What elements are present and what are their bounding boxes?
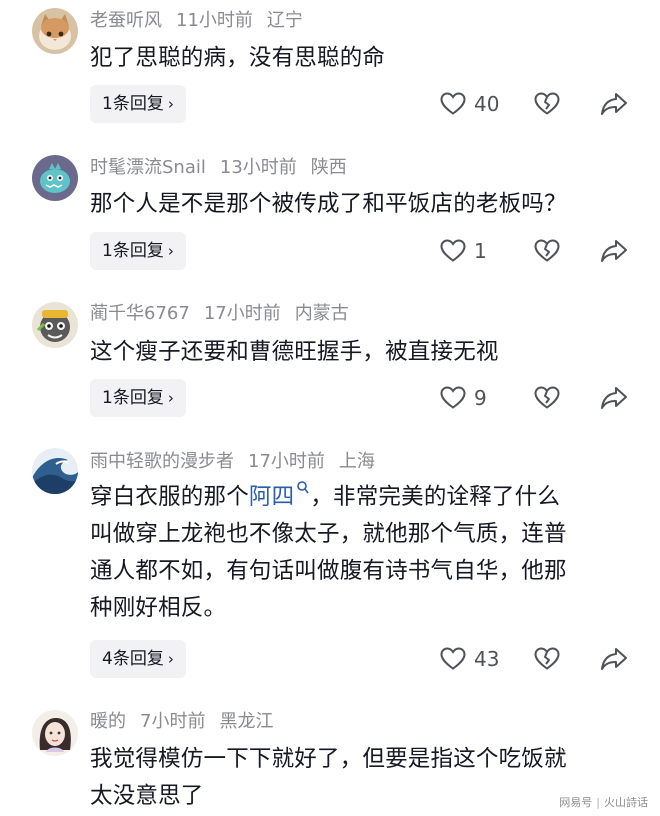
avatar[interactable] [32,710,78,756]
comment-meta: 雨中轻歌的漫步者 17小时前 上海 [90,450,389,474]
comment-line: 这个瘦子还要和曹德旺握手，被直接无视 [90,339,499,365]
comment-meta: 暖的 7小时前 黑龙江 [90,710,287,734]
heart-icon [440,647,466,670]
username[interactable]: 时髦漂流Snail [90,157,206,178]
cartoon-wolf-avatar-icon [32,302,78,348]
like-button[interactable]: 43 [440,640,499,678]
timestamp: 17小时前 [203,303,281,324]
broken-heart-icon [534,386,560,409]
comment-line: 太没意思了 [90,783,204,809]
timestamp: 17小时前 [248,451,325,472]
comment-line-first: 穿白衣服的那个阿四 ，非常完美的诠释了什么 [90,479,635,516]
comment-text: 我觉得模仿一下下就好了，但要是指这个吃饭就 太没意思了 [90,741,635,815]
share-button[interactable] [600,640,628,678]
like-count: 1 [474,239,487,263]
share-button[interactable] [600,232,628,270]
location: 黑龙江 [219,711,274,732]
search-icon[interactable] [296,480,310,498]
comment-text: 犯了思聪的病，没有思聪的命 [90,40,635,77]
comment-text: 穿白衣服的那个阿四 ，非常完美的诠释了什么 叫做穿上龙袍也不像太子，就他那个气质，… [90,479,635,627]
dislike-button[interactable] [534,85,560,123]
watermark-divider: | [596,796,600,809]
username[interactable]: 蔺千华6767 [90,303,190,324]
dislike-button[interactable] [534,379,560,417]
avatar[interactable] [32,155,78,201]
search-link[interactable]: 阿四 [249,484,294,510]
comment-line: 我觉得模仿一下下就好了，但要是指这个吃饭就 [90,746,567,772]
heart-icon [440,92,466,115]
replies-label: 1条回复 [102,241,164,261]
share-button[interactable] [600,379,628,417]
watermark: 网易号 | 火山詩话 [559,794,648,810]
watermark-author: 火山詩话 [604,796,648,809]
chevron-right-icon: › [167,95,174,113]
replies-label: 4条回复 [102,649,164,669]
cat-avatar-icon [32,8,78,54]
share-button[interactable] [600,85,628,123]
avatar[interactable] [32,448,78,494]
share-arrow-icon [601,240,627,262]
comment-meta: 蔺千华6767 17小时前 内蒙古 [90,302,363,326]
username[interactable]: 雨中轻歌的漫步者 [90,451,234,472]
comment-line: 那个人是不是那个被传成了和平饭店的老板吗？ [90,191,567,217]
timestamp: 13小时前 [219,157,297,178]
comment-line: 通人都不如，有句话叫做腹有诗书气自华，他那 [90,558,567,584]
chevron-right-icon: › [167,650,174,668]
like-button[interactable]: 9 [440,379,487,417]
comment-line: 种刚好相反。 [90,595,227,621]
comment-text-segment: ，非常完美的诠释了什么 [310,484,561,510]
view-replies-button[interactable]: 4条回复 › [90,640,186,678]
username[interactable]: 暖的 [90,711,126,732]
comment-actions: 43 [440,640,630,678]
location: 辽宁 [266,10,303,31]
comment-text: 这个瘦子还要和曹德旺握手，被直接无视 [90,334,635,371]
share-arrow-icon [601,93,627,115]
heart-icon [440,386,466,409]
comment-meta: 时髦漂流Snail 13小时前 陕西 [90,156,361,180]
avatar[interactable] [32,8,78,54]
comment-actions: 9 [440,379,630,417]
wave-avatar-icon [32,448,78,494]
broken-heart-icon [534,92,560,115]
illustrated-girl-avatar-icon [32,710,78,756]
timestamp: 11小时前 [176,10,253,31]
replies-label: 1条回复 [102,94,164,114]
share-arrow-icon [601,648,627,670]
like-count: 9 [474,386,487,410]
broken-heart-icon [534,239,560,262]
like-button[interactable]: 40 [440,85,499,123]
username[interactable]: 老蚕听风 [90,10,162,31]
like-count: 43 [474,647,500,671]
share-arrow-icon [601,387,627,409]
like-count: 40 [474,92,500,116]
location: 陕西 [310,157,347,178]
watermark-source: 网易号 [559,796,593,809]
timestamp: 7小时前 [140,711,206,732]
dislike-button[interactable] [534,232,560,270]
comment-text: 那个人是不是那个被传成了和平饭店的老板吗？ [90,186,635,223]
like-button[interactable]: 1 [440,232,487,270]
avatar[interactable] [32,302,78,348]
dislike-button[interactable] [534,640,560,678]
comment-line: 叫做穿上龙袍也不像太子，就他那个气质，连普 [90,521,567,547]
heart-icon [440,239,466,262]
comment-meta: 老蚕听风 11小时前 辽宁 [90,9,317,33]
location: 上海 [338,451,375,472]
character-avatar-icon [32,155,78,201]
comment-actions: 40 [440,85,630,123]
comment-line: 犯了思聪的病，没有思聪的命 [90,45,386,71]
comment-text-segment: 穿白衣服的那个 [90,484,249,510]
comment-actions: 1 [440,232,630,270]
broken-heart-icon [534,647,560,670]
replies-label: 1条回复 [102,388,164,408]
view-replies-button[interactable]: 1条回复 › [90,85,186,123]
view-replies-button[interactable]: 1条回复 › [90,379,186,417]
chevron-right-icon: › [167,242,174,260]
chevron-right-icon: › [167,389,174,407]
location: 内蒙古 [294,303,349,324]
view-replies-button[interactable]: 1条回复 › [90,232,186,270]
